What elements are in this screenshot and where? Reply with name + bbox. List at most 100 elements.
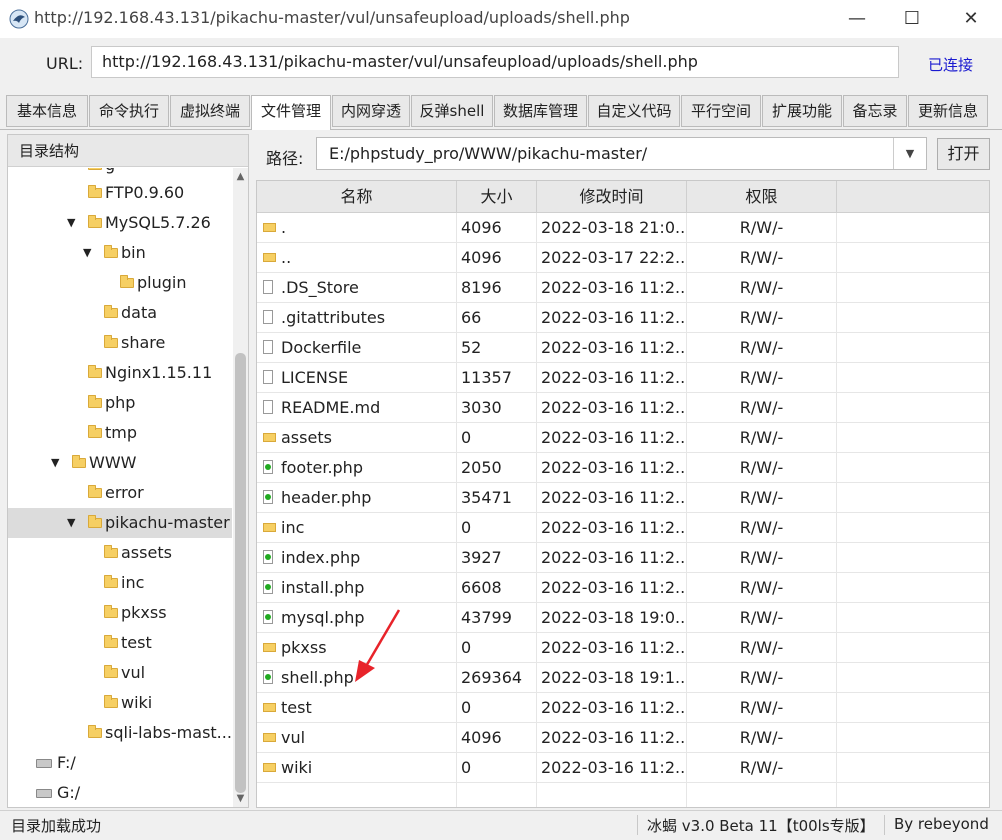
tree-item[interactable]: plugin — [8, 268, 232, 298]
tab-intranet-tunnel[interactable]: 内网穿透 — [332, 95, 410, 127]
tree-item[interactable]: error — [8, 478, 232, 508]
file-name: shell.php — [281, 668, 354, 687]
table-row[interactable]: .gitattributes 66 2022-03-16 11:2... R/W/- — [257, 303, 989, 333]
php-file-icon — [263, 580, 273, 594]
cell-mtime: 2022-03-16 11:2... — [537, 423, 687, 452]
column-header-size[interactable]: 大小 — [457, 181, 537, 213]
tab-command-exec[interactable]: 命令执行 — [89, 95, 169, 127]
table-row[interactable]: wiki 0 2022-03-16 11:2... R/W/- — [257, 753, 989, 783]
table-row[interactable]: install.php 6608 2022-03-16 11:2... R/W/- — [257, 573, 989, 603]
tree-item[interactable]: G:/ — [8, 778, 232, 807]
table-row[interactable]: test 0 2022-03-16 11:2... R/W/- — [257, 693, 989, 723]
chevron-down-icon[interactable]: ▼ — [893, 138, 926, 169]
tree-item[interactable]: share — [8, 328, 232, 358]
cell-perm: R/W/- — [687, 663, 837, 692]
file-icon — [263, 340, 273, 354]
cell-perm: R/W/- — [687, 333, 837, 362]
table-row[interactable]: assets 0 2022-03-16 11:2... R/W/- — [257, 423, 989, 453]
expanded-arrow-icon[interactable]: ▼ — [67, 508, 75, 538]
file-name: footer.php — [281, 458, 363, 477]
tree-item[interactable]: ▼ MySQL5.7.26 — [8, 208, 232, 238]
tab-divider — [0, 129, 1002, 130]
tree-item[interactable]: tmp — [8, 418, 232, 448]
maximize-button[interactable]: ☐ — [883, 0, 941, 38]
minimize-button[interactable]: — — [828, 0, 886, 38]
cell-perm: R/W/- — [687, 453, 837, 482]
tab-database[interactable]: 数据库管理 — [494, 95, 587, 127]
cell-mtime: 2022-03-16 11:2... — [537, 393, 687, 422]
tab-virtual-terminal[interactable]: 虚拟终端 — [170, 95, 250, 127]
tree-item[interactable]: FTP0.9.60 — [8, 178, 232, 208]
tab-basic-info[interactable]: 基本信息 — [6, 95, 88, 127]
tab-update-info[interactable]: 更新信息 — [908, 95, 988, 127]
table-row[interactable]: vul 4096 2022-03-16 11:2... R/W/- — [257, 723, 989, 753]
title-bar: http://192.168.43.131/pikachu-master/vul… — [0, 0, 1002, 38]
tree-item[interactable]: inc — [8, 568, 232, 598]
cell-name: inc — [257, 513, 457, 542]
table-row[interactable]: .. 4096 2022-03-17 22:2... R/W/- — [257, 243, 989, 273]
expanded-arrow-icon[interactable]: ▼ — [67, 208, 75, 238]
path-input[interactable]: E:/phpstudy_pro/WWW/pikachu-master/ ▼ — [316, 137, 927, 170]
expanded-arrow-icon[interactable]: ▼ — [51, 448, 59, 478]
cell-size: 4096 — [457, 243, 537, 272]
cell-perm: R/W/- — [687, 603, 837, 632]
tree-item[interactable]: data — [8, 298, 232, 328]
cell-perm: R/W/- — [687, 753, 837, 782]
tree-item[interactable]: php — [8, 388, 232, 418]
url-input[interactable]: http://192.168.43.131/pikachu-master/vul… — [91, 46, 899, 78]
tab-custom-code[interactable]: 自定义代码 — [588, 95, 680, 127]
cell-empty — [837, 633, 989, 662]
folder-icon — [104, 335, 118, 348]
file-name: Dockerfile — [281, 338, 362, 357]
tree-item[interactable]: test — [8, 628, 232, 658]
tree-item[interactable]: ▼ bin — [8, 238, 232, 268]
scorpion-logo-icon — [9, 9, 29, 29]
tree-item[interactable]: pkxss — [8, 598, 232, 628]
scroll-down-icon[interactable]: ▼ — [233, 793, 248, 804]
php-file-icon — [263, 460, 273, 474]
table-row[interactable]: . 4096 2022-03-18 21:0... R/W/- — [257, 213, 989, 243]
column-header-perm[interactable]: 权限 — [687, 181, 837, 213]
table-row[interactable]: README.md 3030 2022-03-16 11:2... R/W/- — [257, 393, 989, 423]
file-rows: . 4096 2022-03-18 21:0... R/W/-.. 4096 2022-0… — [257, 213, 989, 807]
path-value: E:/phpstudy_pro/WWW/pikachu-master/ — [329, 144, 648, 163]
column-header-name[interactable]: 名称 — [257, 181, 457, 213]
table-row[interactable]: inc 0 2022-03-16 11:2... R/W/- — [257, 513, 989, 543]
table-row[interactable]: .DS_Store 8196 2022-03-16 11:2... R/W/- — [257, 273, 989, 303]
tab-file-manager[interactable]: 文件管理 — [251, 95, 331, 130]
tree-item[interactable]: F:/ — [8, 748, 232, 778]
tree-item[interactable]: assets — [8, 538, 232, 568]
table-row[interactable]: LICENSE 11357 2022-03-16 11:2... R/W/- — [257, 363, 989, 393]
open-button[interactable]: 打开 — [937, 138, 990, 170]
table-row[interactable]: footer.php 2050 2022-03-16 11:2... R/W/- — [257, 453, 989, 483]
cell-mtime: 2022-03-16 11:2... — [537, 543, 687, 572]
tab-memo[interactable]: 备忘录 — [843, 95, 907, 127]
tab-reverse-shell[interactable]: 反弹shell — [411, 95, 493, 127]
cell-empty — [837, 423, 989, 452]
tab-parallel-space[interactable]: 平行空间 — [681, 95, 761, 127]
table-row[interactable]: index.php 3927 2022-03-16 11:2... R/W/- — [257, 543, 989, 573]
file-name: .DS_Store — [281, 278, 359, 297]
expanded-arrow-icon[interactable]: ▼ — [83, 238, 91, 268]
cell-mtime: 2022-03-16 11:2... — [537, 483, 687, 512]
tree-scroll-thumb[interactable] — [235, 353, 246, 793]
tree-item-selected[interactable]: ▼ pikachu-master — [8, 508, 232, 538]
table-row[interactable]: Dockerfile 52 2022-03-16 11:2... R/W/- — [257, 333, 989, 363]
tab-extensions[interactable]: 扩展功能 — [762, 95, 842, 127]
file-name: index.php — [281, 548, 361, 567]
table-row[interactable]: header.php 35471 2022-03-16 11:2... R/W/- — [257, 483, 989, 513]
file-name: .gitattributes — [281, 308, 386, 327]
folder-icon — [88, 395, 102, 408]
column-header-mtime[interactable]: 修改时间 — [537, 181, 687, 213]
tree-item[interactable]: sqli-labs-mast... — [8, 718, 232, 748]
file-name: LICENSE — [281, 368, 349, 387]
scroll-up-icon[interactable]: ▲ — [233, 171, 248, 182]
tree-item[interactable]: ▼ WWW — [8, 448, 232, 478]
tree-item[interactable]: vul — [8, 658, 232, 688]
tree-item[interactable]: wiki — [8, 688, 232, 718]
close-button[interactable]: ✕ — [942, 0, 1000, 38]
cell-name: .. — [257, 243, 457, 272]
tree-item[interactable]: Nginx1.15.11 — [8, 358, 232, 388]
folder-icon — [263, 643, 276, 652]
cell-perm: R/W/- — [687, 303, 837, 332]
